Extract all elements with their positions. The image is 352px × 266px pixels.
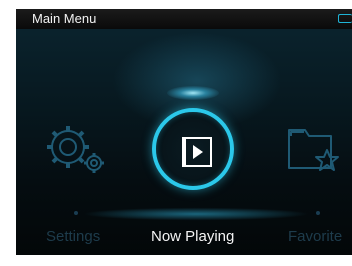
favorite-label: Favorite [288,228,343,245]
selection-glow [167,86,219,100]
settings-indicator-dot [74,211,78,215]
menu-item-settings[interactable]: Settings [16,49,136,249]
play-icon-bar [182,137,186,167]
battery-icon [338,14,352,23]
gear-icon [47,126,104,173]
play-icon [182,137,212,167]
screen: Main Menu Settings Now Playing Favorite [16,9,352,255]
settings-label: Settings [46,228,101,245]
menu-item-now-playing[interactable]: Now Playing [131,49,261,249]
favorite-indicator-dot [316,211,320,215]
status-bar: Main Menu [16,9,352,29]
now-playing-label: Now Playing [151,228,235,245]
menu-item-favorite[interactable]: Favorite [266,49,352,249]
media-player-device: Main Menu Settings Now Playing Favorite [0,0,352,266]
play-icon-triangle [193,145,203,159]
folder-star-icon [288,129,339,171]
status-title: Main Menu [32,11,97,26]
